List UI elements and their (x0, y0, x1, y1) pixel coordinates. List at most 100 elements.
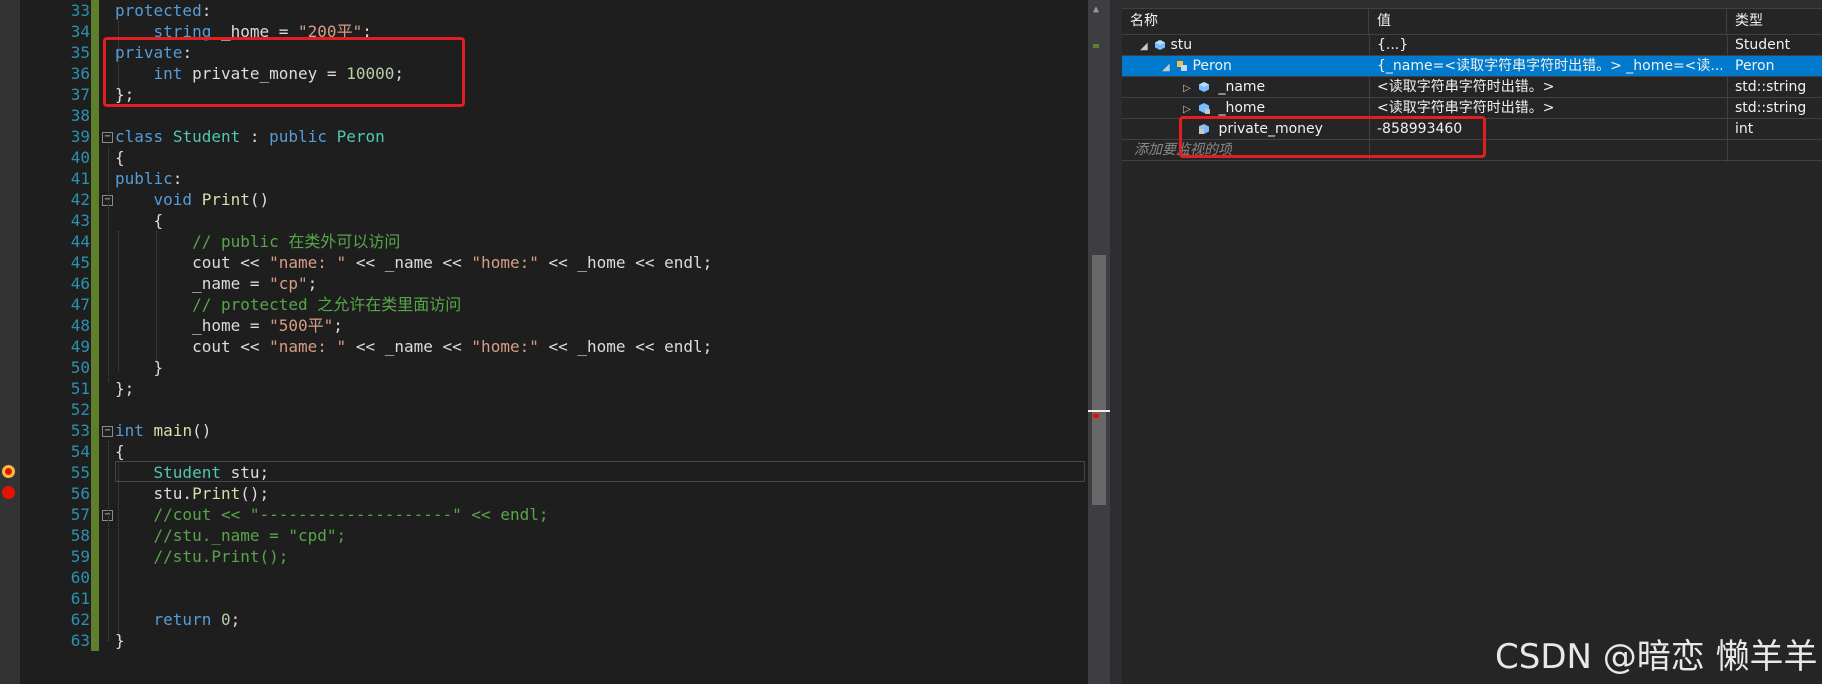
code-editor[interactable]: 33 34 35 36 37 38 39 40 41 42 43 44 45 46 47 48 49 50 51 52… (0, 0, 1088, 684)
line-number: 36 (70, 64, 90, 83)
scroll-up-arrow-icon[interactable]: ▲ (1093, 4, 1099, 15)
code-line[interactable]: private: (115, 42, 192, 63)
code-line[interactable]: //cout << "--------------------" << endl… (115, 504, 549, 525)
scrollbar-caret-marker (1088, 410, 1110, 412)
line-number: 56 (70, 484, 90, 503)
code-token: << _name << (346, 253, 472, 272)
watermark: CSDN @暗恋 懒羊羊 (1495, 637, 1818, 677)
code-line[interactable]: { (115, 210, 164, 231)
code-line[interactable]: _home = "500平"; (115, 315, 343, 336)
code-line[interactable]: //stu.Print(); (115, 546, 289, 567)
code-line[interactable]: } (115, 630, 125, 651)
code-token: ; (230, 610, 241, 629)
column-header-name[interactable]: 名称 (1122, 9, 1369, 34)
watch-value[interactable]: <读取字符串字符时出错。> (1377, 77, 1554, 97)
current-breakpoint-icon[interactable] (2, 465, 15, 478)
function-token: Print (201, 190, 250, 209)
code-line[interactable]: // public 在类外可以访问 (115, 231, 400, 252)
collapse-arrow-icon[interactable]: ◢ (1140, 41, 1148, 52)
line-number: 35 (70, 43, 90, 62)
code-line[interactable]: _name = "cp"; (115, 273, 317, 294)
code-token: ; (333, 316, 343, 335)
code-token: stu; (220, 463, 270, 482)
watch-type: std::string (1735, 100, 1807, 116)
code-line[interactable]: cout << "name: " << _name << "home:" << … (115, 252, 712, 273)
watch-toolbar (1122, 0, 1822, 9)
code-token: ; (362, 22, 372, 41)
code-line[interactable]: } (115, 357, 164, 378)
breakpoint-icon[interactable] (2, 486, 15, 499)
fold-toggle-main[interactable]: − (102, 426, 113, 437)
code-token: } (115, 631, 125, 650)
keyword-token: private (115, 43, 183, 62)
line-number: 50 (70, 358, 90, 377)
watch-value[interactable]: {...} (1377, 35, 1408, 55)
watch-value[interactable]: -858993460 (1377, 119, 1462, 139)
column-header-type[interactable]: 类型 (1727, 9, 1822, 34)
watch-name: stu (1170, 37, 1193, 53)
code-line[interactable]: Student stu; (115, 462, 270, 483)
code-line[interactable]: protected: (115, 0, 211, 21)
code-line[interactable]: int main() (115, 420, 211, 441)
code-area[interactable]: protected: string _home = "200平"; private… (115, 0, 1088, 684)
change-tracking-bar (91, 0, 99, 651)
code-line[interactable]: int private_money = 10000; (115, 63, 404, 84)
watch-row-stu[interactable]: ◢ stu {...} Student (1122, 35, 1822, 56)
watch-add-row[interactable]: 添加要监视的项 (1122, 140, 1822, 161)
watch-window: 名称 值 类型 ◢ stu {...} Student ◢ Peron {_na… (1122, 0, 1822, 684)
code-line[interactable]: cout << "name: " << _name << "home:" << … (115, 336, 712, 357)
code-line[interactable]: string _home = "200平"; (115, 21, 372, 42)
code-line[interactable]: //stu._name = "cpd"; (115, 525, 347, 546)
string-token: "cp" (269, 274, 308, 293)
watch-name: _home (1218, 100, 1266, 116)
watch-row-private-money[interactable]: private_money -858993460 int (1122, 119, 1822, 140)
code-line[interactable]: void Print() (115, 189, 270, 210)
editor-vertical-scrollbar[interactable]: ▲ (1088, 0, 1110, 684)
line-number: 47 (70, 295, 90, 314)
watch-value[interactable]: {_name=<读取字符串字符时出错。> _home=<读... (1377, 56, 1722, 76)
watch-value[interactable]: <读取字符串字符时出错。> (1377, 98, 1554, 118)
code-line[interactable]: { (115, 441, 125, 462)
comment-token: //cout << "--------------------" << endl… (153, 505, 549, 524)
scrollbar-thumb[interactable] (1092, 255, 1106, 505)
line-number: 39 (70, 127, 90, 146)
code-line[interactable]: class Student : public Peron (115, 126, 385, 147)
code-line[interactable]: return 0; (115, 609, 241, 630)
type-token: Peron (336, 127, 385, 146)
code-line[interactable]: }; (115, 84, 134, 105)
window-splitter[interactable] (1110, 0, 1122, 684)
watch-type: Student (1735, 37, 1791, 53)
watch-column-headers: 名称 值 类型 (1122, 9, 1822, 35)
code-line[interactable]: }; (115, 378, 134, 399)
watch-row-name[interactable]: ▷ _name <读取字符串字符时出错。> std::string (1122, 77, 1822, 98)
keyword-token: protected (115, 1, 202, 20)
expand-arrow-icon[interactable]: ▷ (1183, 104, 1191, 115)
breakpoint-margin[interactable] (0, 0, 20, 684)
watch-row-home[interactable]: ▷ _home <读取字符串字符时出错。> std::string (1122, 98, 1822, 119)
scrollbar-change-marker (1093, 44, 1099, 48)
line-number: 34 (70, 22, 90, 41)
code-line[interactable]: { (115, 147, 125, 168)
column-header-value[interactable]: 值 (1369, 9, 1727, 34)
protected-field-icon (1199, 103, 1210, 114)
add-watch-placeholder[interactable]: 添加要监视的项 (1134, 140, 1232, 160)
keyword-token: string (153, 22, 212, 41)
code-line[interactable]: public: (115, 168, 182, 189)
code-token: { (115, 442, 125, 461)
collapse-arrow-icon[interactable]: ◢ (1162, 62, 1170, 73)
code-token: } (115, 358, 164, 377)
code-token: }; (115, 85, 135, 104)
code-line[interactable]: // protected 之允许在类里面访问 (115, 294, 461, 315)
function-token: main (153, 421, 193, 440)
code-token: ; (394, 64, 405, 83)
expand-arrow-icon[interactable]: ▷ (1183, 83, 1191, 94)
code-line[interactable]: stu.Print(); (115, 483, 270, 504)
watch-row-peron[interactable]: ◢ Peron {_name=<读取字符串字符时出错。> _home=<读...… (1122, 56, 1822, 77)
line-number: 43 (70, 211, 90, 230)
code-token: stu. (115, 484, 193, 503)
fold-toggle-class[interactable]: − (102, 132, 113, 143)
